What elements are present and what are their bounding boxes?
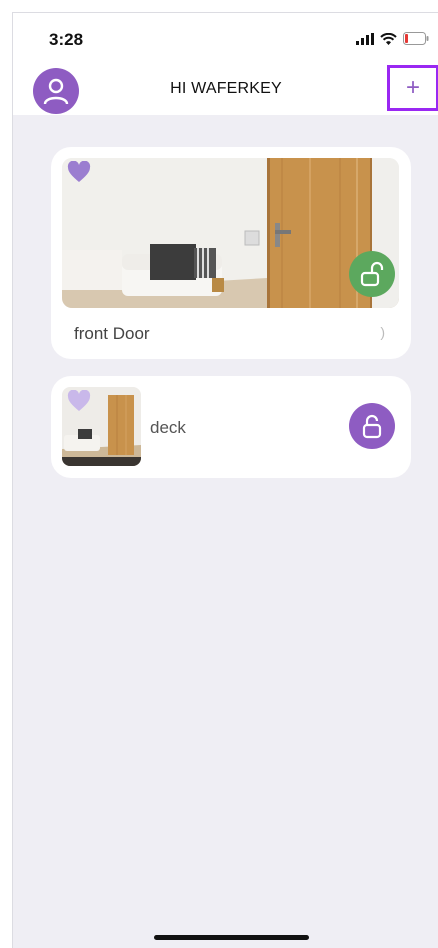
unlocked-status-badge[interactable]	[349, 251, 395, 297]
wifi-icon	[380, 32, 397, 45]
favorite-heart-icon[interactable]	[67, 390, 91, 412]
app-header: HI WAFERKEY +	[13, 63, 438, 115]
status-bar: 3:28	[13, 13, 438, 63]
add-lock-button[interactable]: +	[387, 65, 438, 111]
cellular-signal-icon	[356, 32, 374, 45]
unlocked-padlock-icon	[360, 261, 384, 287]
lock-card-front-door[interactable]: front Door )	[51, 147, 411, 359]
room-photo	[62, 158, 399, 308]
page-title: HI WAFERKEY	[170, 80, 282, 97]
favorite-heart-icon[interactable]	[67, 161, 91, 183]
status-icons	[356, 32, 429, 45]
unlocked-padlock-icon	[362, 414, 382, 439]
unlock-button[interactable]	[349, 403, 395, 449]
chevron-right-icon: )	[380, 324, 385, 340]
room-illustration	[62, 158, 399, 308]
lock-name: deck	[150, 418, 186, 437]
lock-card-deck[interactable]: deck	[51, 376, 411, 478]
home-indicator[interactable]	[154, 935, 309, 940]
status-time: 3:28	[49, 30, 84, 49]
lock-name: front Door	[74, 324, 150, 343]
app-screen: 3:28 HI WAFERKEY + front Door) deck	[12, 12, 438, 948]
battery-low-icon	[403, 32, 429, 45]
